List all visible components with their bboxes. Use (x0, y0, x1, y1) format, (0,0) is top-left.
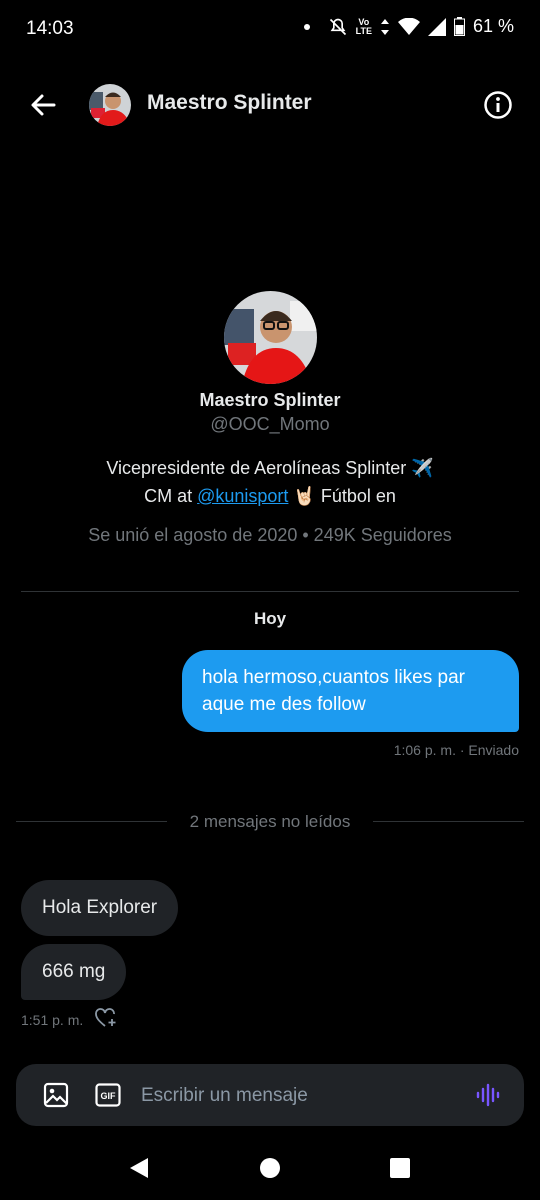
message-composer: GIF (16, 1064, 524, 1128)
gif-icon[interactable]: GIF (95, 1082, 121, 1108)
profile-handle: @OOC_Momo (210, 414, 330, 434)
bio-suffix: 🤘🏻 Fútbol en (288, 486, 396, 506)
mute-bell-icon (328, 17, 348, 37)
nav-home-button[interactable] (259, 1156, 283, 1180)
conversation-title: Maestro Splinter (147, 91, 312, 114)
image-icon[interactable] (43, 1082, 69, 1108)
volte-bottom: LTE (355, 25, 372, 36)
bio-line-2: CM at @kunisport 🤘🏻 Fútbol en (0, 482, 540, 510)
info-icon (484, 91, 512, 119)
avatar-image (89, 84, 131, 126)
circle-home-icon (260, 1158, 280, 1178)
gif-label: GIF (101, 1091, 117, 1101)
data-arrows-icon (380, 18, 390, 36)
outgoing-message[interactable]: hola hermoso,cuantos likes par aque me d… (182, 650, 519, 732)
day-label: Hoy (253, 609, 287, 628)
nav-recents-button[interactable] (389, 1156, 413, 1180)
profile-name: Maestro Splinter (199, 390, 341, 410)
outgoing-message-meta: 1:06 p. m. · Enviado (393, 742, 519, 758)
arrow-left-icon (31, 94, 56, 116)
incoming-message[interactable]: Hola Explorer (21, 880, 179, 936)
square-recents-icon (390, 1158, 410, 1178)
incoming-message[interactable]: 666 mg (21, 944, 127, 1000)
wifi-icon (397, 17, 420, 36)
voice-message-icon[interactable] (476, 1082, 502, 1108)
battery-icon (453, 17, 465, 36)
header-avatar[interactable] (89, 84, 131, 126)
status-time: 14:03 (26, 18, 74, 39)
profile-bio: Vicepresidente de Aerolíneas Splinter ✈️… (0, 454, 540, 510)
message-input[interactable] (139, 1064, 463, 1128)
profile-divider (21, 591, 519, 592)
nav-back-button[interactable] (128, 1156, 152, 1180)
signal-icon (427, 17, 446, 36)
triangle-back-icon (130, 1158, 148, 1178)
react-heart-plus-icon[interactable] (95, 1008, 117, 1031)
profile-avatar[interactable] (224, 291, 317, 384)
profile-meta: Se unió el agosto de 2020 • 249K Seguido… (88, 525, 452, 545)
bio-prefix: CM at (144, 486, 198, 506)
bio-mention-link[interactable]: @kunisport (197, 486, 288, 506)
dot-icon (303, 23, 310, 30)
unread-label: 2 mensajes no leídos (189, 812, 351, 831)
info-button[interactable] (482, 89, 514, 121)
avatar-image (224, 291, 317, 384)
incoming-message-meta: 1:51 p. m. (21, 1008, 117, 1031)
battery-percent: 61 % (472, 16, 514, 36)
bio-line-1: Vicepresidente de Aerolíneas Splinter ✈️ (106, 458, 434, 478)
status-icons: Vo LTE 61 % (303, 16, 514, 37)
volte-indicator: Vo LTE (355, 17, 372, 36)
incoming-time: 1:51 p. m. (21, 1011, 84, 1028)
back-button[interactable] (26, 88, 60, 122)
